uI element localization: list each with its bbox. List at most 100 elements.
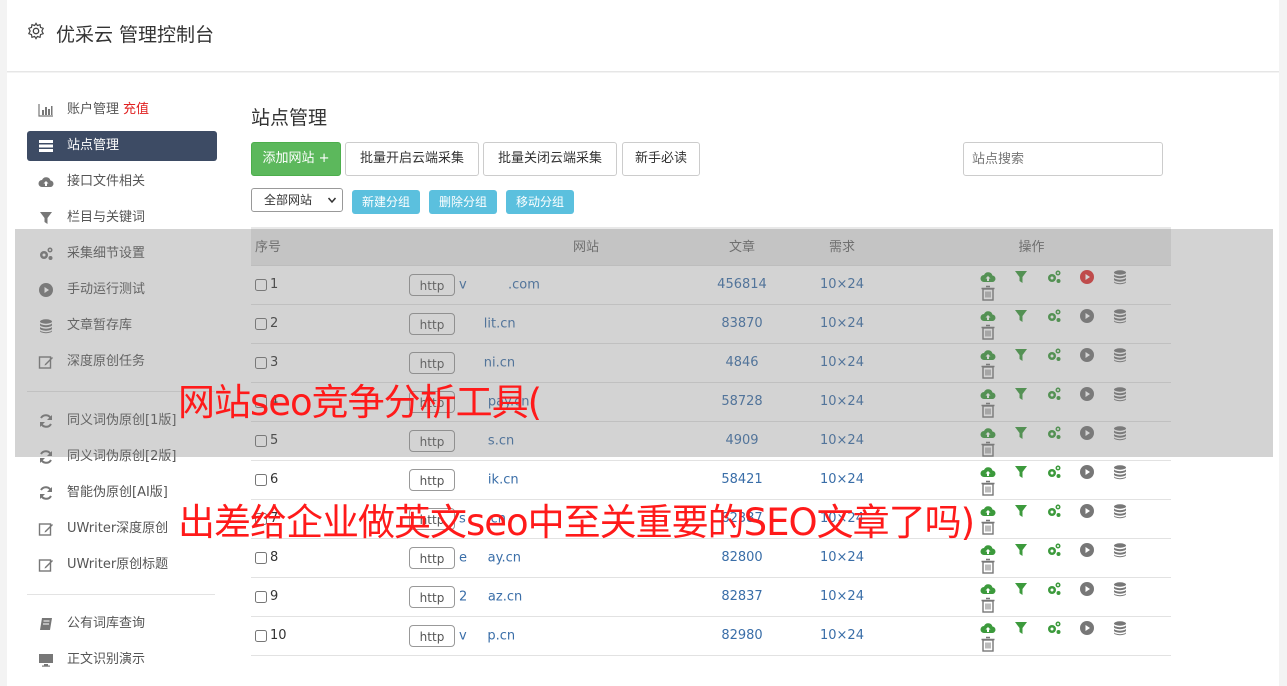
database-icon[interactable] (1112, 308, 1128, 324)
row-checkbox[interactable] (255, 317, 267, 330)
protocol-badge[interactable]: http (409, 312, 455, 335)
sidebar-item-deep-original[interactable]: 深度原创任务 (27, 347, 217, 377)
new-group-button[interactable]: 新建分组 (352, 190, 420, 214)
site-domain-link[interactable]: v .com (459, 277, 540, 292)
row-need[interactable]: 10×24 (792, 577, 892, 617)
filter-icon[interactable] (1013, 269, 1029, 285)
row-need[interactable]: 10×24 (792, 265, 892, 305)
trash-icon[interactable] (980, 363, 996, 379)
row-articles[interactable]: 82387 (692, 499, 792, 539)
row-articles[interactable]: 456814 (692, 265, 792, 305)
protocol-badge[interactable]: http (409, 273, 455, 296)
cogs-icon[interactable] (1046, 542, 1062, 558)
cloud-upload-icon[interactable] (980, 464, 996, 480)
filter-icon[interactable] (1013, 308, 1029, 324)
row-need[interactable]: 10×24 (792, 421, 892, 461)
row-need[interactable]: 10×24 (792, 538, 892, 578)
row-need[interactable]: 10×24 (792, 499, 892, 539)
protocol-badge[interactable]: http (409, 585, 455, 608)
filter-icon[interactable] (1013, 503, 1029, 519)
site-domain-link[interactable]: s .cn (459, 511, 506, 526)
site-domain-link[interactable]: lit.cn (459, 316, 516, 331)
trash-icon[interactable] (980, 558, 996, 574)
play-circle-icon[interactable] (1079, 425, 1095, 441)
database-icon[interactable] (1112, 542, 1128, 558)
sidebar-item-sites[interactable]: 站点管理 (27, 131, 217, 161)
row-checkbox[interactable] (255, 473, 267, 486)
site-domain-link[interactable]: e ay.cn (459, 550, 521, 565)
cogs-icon[interactable] (1046, 425, 1062, 441)
cloud-upload-icon[interactable] (980, 347, 996, 363)
sidebar-item-account[interactable]: 账户管理 充值 (27, 95, 217, 125)
play-circle-icon[interactable] (1079, 269, 1095, 285)
database-icon[interactable] (1112, 386, 1128, 402)
cloud-upload-icon[interactable] (980, 386, 996, 402)
sidebar-item-synonym-v1[interactable]: 同义词伪原创[1版] (27, 406, 217, 436)
row-need[interactable]: 10×24 (792, 304, 892, 344)
database-icon[interactable] (1112, 620, 1128, 636)
trash-icon[interactable] (980, 285, 996, 301)
row-need[interactable]: 10×24 (792, 460, 892, 500)
row-articles[interactable]: 82980 (692, 616, 792, 656)
database-icon[interactable] (1112, 425, 1128, 441)
sidebar-item-public-dict[interactable]: 公有词库查询 (27, 609, 217, 639)
trash-icon[interactable] (980, 480, 996, 496)
play-circle-icon[interactable] (1079, 503, 1095, 519)
cloud-upload-icon[interactable] (980, 425, 996, 441)
sidebar-item-manual-test[interactable]: 手动运行测试 (27, 275, 217, 305)
database-icon[interactable] (1112, 503, 1128, 519)
sidebar-item-columns[interactable]: 栏目与关键词 (27, 203, 217, 233)
cogs-icon[interactable] (1046, 581, 1062, 597)
sidebar-item-uwriter-deep[interactable]: UWriter深度原创 (27, 514, 217, 544)
row-articles[interactable]: 82837 (692, 577, 792, 617)
cogs-icon[interactable] (1046, 620, 1062, 636)
cloud-upload-icon[interactable] (980, 620, 996, 636)
trash-icon[interactable] (980, 402, 996, 418)
play-circle-icon[interactable] (1079, 386, 1095, 402)
filter-icon[interactable] (1013, 620, 1029, 636)
site-domain-link[interactable]: ik.cn (459, 472, 519, 487)
play-circle-icon[interactable] (1079, 620, 1095, 636)
delete-group-button[interactable]: 删除分组 (429, 190, 497, 214)
row-checkbox[interactable] (255, 551, 267, 564)
row-articles[interactable]: 82800 (692, 538, 792, 578)
row-articles[interactable]: 58421 (692, 460, 792, 500)
site-domain-link[interactable]: pay.cn (459, 394, 530, 409)
protocol-badge[interactable]: http (409, 429, 455, 452)
trash-icon[interactable] (980, 519, 996, 535)
filter-icon[interactable] (1013, 386, 1029, 402)
site-domain-link[interactable]: ni.cn (459, 355, 515, 370)
cogs-icon[interactable] (1046, 347, 1062, 363)
database-icon[interactable] (1112, 347, 1128, 363)
row-checkbox[interactable] (255, 434, 267, 447)
batch-close-cloud-button[interactable]: 批量关闭云端采集 (483, 142, 617, 176)
play-circle-icon[interactable] (1079, 347, 1095, 363)
protocol-badge[interactable]: http (409, 390, 455, 413)
trash-icon[interactable] (980, 441, 996, 457)
row-checkbox[interactable] (255, 356, 267, 369)
protocol-badge[interactable]: http (409, 507, 455, 530)
protocol-badge[interactable]: http (409, 546, 455, 569)
cogs-icon[interactable] (1046, 464, 1062, 480)
site-domain-link[interactable]: v p.cn (459, 628, 515, 643)
play-circle-icon[interactable] (1079, 464, 1095, 480)
row-articles[interactable]: 4846 (692, 343, 792, 383)
cogs-icon[interactable] (1046, 503, 1062, 519)
row-need[interactable]: 10×24 (792, 616, 892, 656)
add-site-button[interactable]: 添加网站 + (251, 142, 341, 176)
row-articles[interactable]: 58728 (692, 382, 792, 422)
recharge-link[interactable]: 充值 (123, 102, 149, 117)
row-checkbox[interactable] (255, 512, 267, 525)
sidebar-item-smart-ai[interactable]: 智能伪原创[AI版] (27, 478, 217, 508)
database-icon[interactable] (1112, 581, 1128, 597)
cogs-icon[interactable] (1046, 269, 1062, 285)
row-articles[interactable]: 4909 (692, 421, 792, 461)
site-search-input[interactable] (963, 142, 1163, 176)
trash-icon[interactable] (980, 324, 996, 340)
protocol-badge[interactable]: http (409, 351, 455, 374)
database-icon[interactable] (1112, 269, 1128, 285)
filter-icon[interactable] (1013, 464, 1029, 480)
play-circle-icon[interactable] (1079, 581, 1095, 597)
group-select[interactable]: 全部网站 (251, 188, 343, 212)
cloud-upload-icon[interactable] (980, 542, 996, 558)
